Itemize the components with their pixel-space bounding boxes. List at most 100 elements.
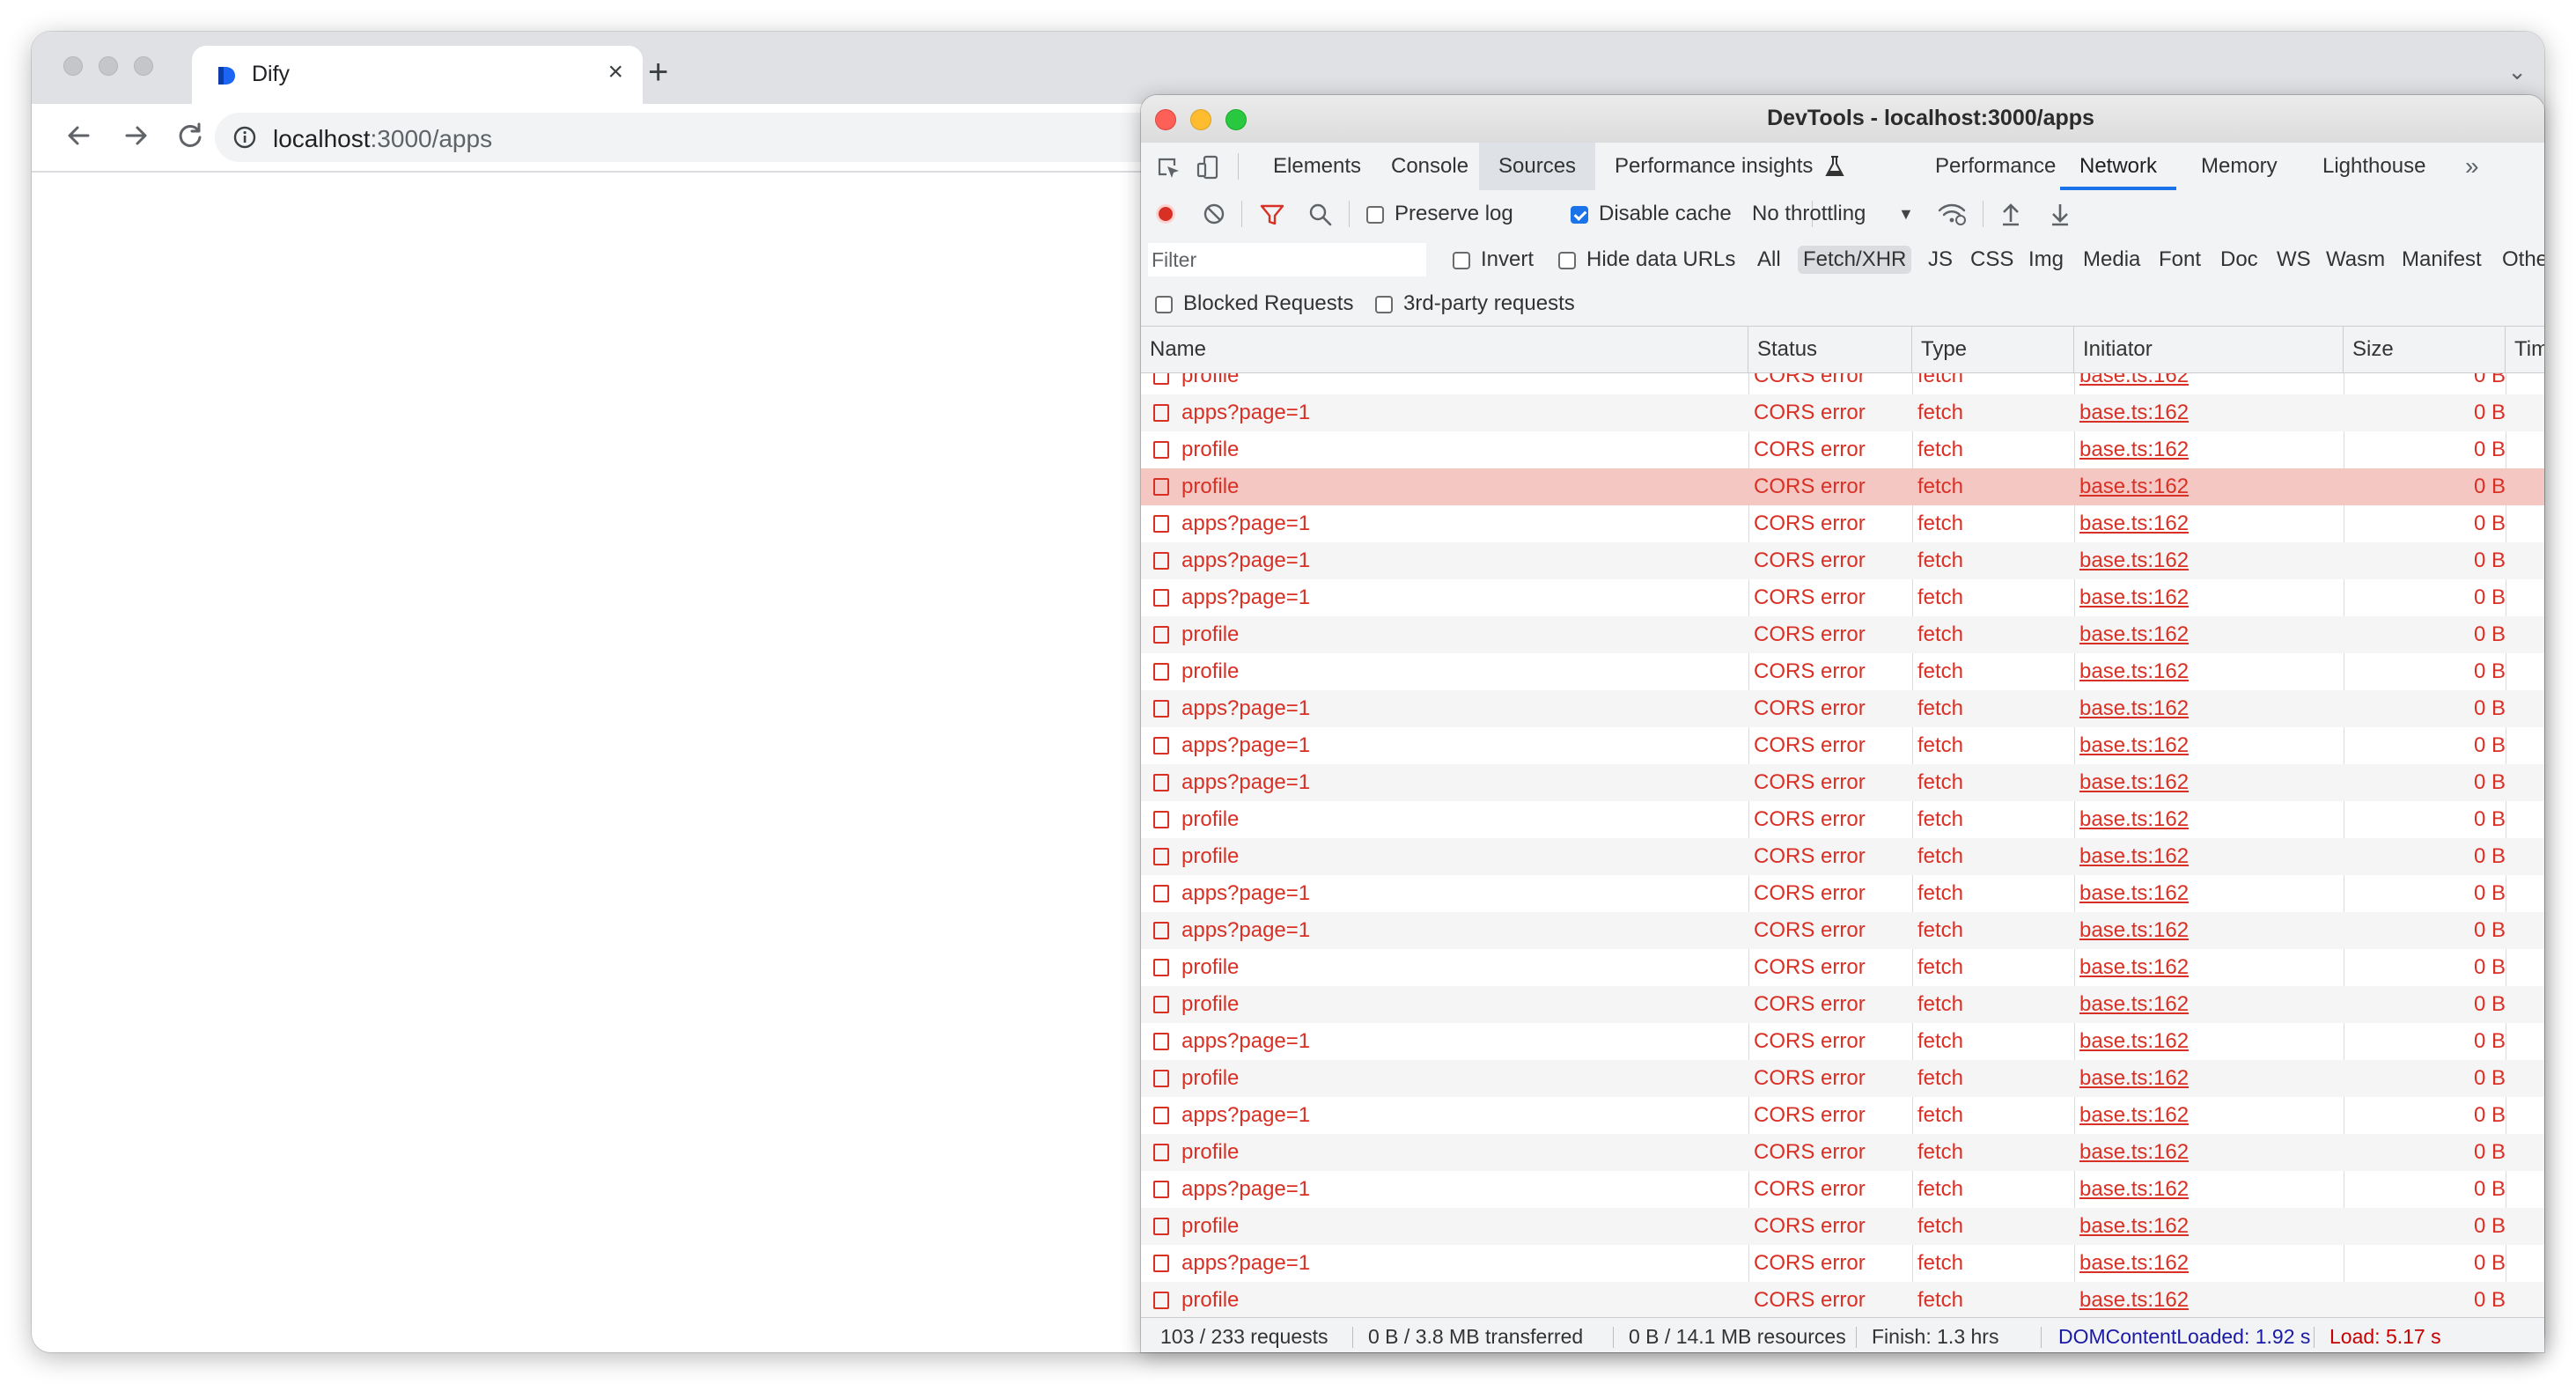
table-row[interactable]: apps?page=1 CORS error fetch base.ts:162 0 B <box>1141 912 2544 949</box>
inspect-element-icon[interactable] <box>1155 155 1181 180</box>
filter-type-wasm[interactable]: Wasm <box>2321 246 2390 274</box>
third-party-requests-checkbox[interactable]: 3rd-party requests <box>1370 290 1580 318</box>
request-initiator-link[interactable]: base.ts:162 <box>2079 764 2344 801</box>
table-row[interactable]: profile CORS error fetch base.ts:162 0 B <box>1141 1060 2544 1097</box>
tab-performance-insights[interactable]: Performance insights <box>1595 143 1862 190</box>
tab-console[interactable]: Console <box>1372 143 1488 190</box>
tab-sources[interactable]: Sources <box>1479 143 1596 190</box>
third-party-requests-box[interactable] <box>1375 296 1393 313</box>
table-row[interactable]: profile CORS error fetch base.ts:162 0 B <box>1141 838 2544 875</box>
tab-memory[interactable]: Memory <box>2182 143 2297 190</box>
tab-elements[interactable]: Elements <box>1254 143 1380 190</box>
close-window-button[interactable] <box>63 56 83 76</box>
throttling-caret-icon[interactable]: ▼ <box>1898 201 1914 227</box>
filter-type-css[interactable]: CSS <box>1965 246 2019 274</box>
network-conditions-icon[interactable] <box>1937 202 1967 226</box>
export-har-icon[interactable] <box>2048 201 2072 227</box>
new-tab-button[interactable]: + <box>648 55 668 90</box>
request-initiator-link[interactable]: base.ts:162 <box>2079 1060 2344 1097</box>
request-initiator-link[interactable]: base.ts:162 <box>2079 1171 2344 1208</box>
column-header-time[interactable]: Tim <box>2506 327 2544 372</box>
filter-type-fetch-xhr[interactable]: Fetch/XHR <box>1798 246 1912 274</box>
table-row[interactable]: apps?page=1 CORS error fetch base.ts:162 0 B <box>1141 690 2544 727</box>
filter-type-other[interactable]: Othe <box>2497 246 2544 274</box>
throttling-select[interactable]: No throttling <box>1752 201 1919 227</box>
table-row[interactable]: profile CORS error fetch base.ts:162 0 B <box>1141 468 2544 505</box>
browser-tab-dify[interactable]: Dify × <box>192 46 643 104</box>
table-row[interactable]: profile CORS error fetch base.ts:162 0 B <box>1141 373 2544 394</box>
request-initiator-link[interactable]: base.ts:162 <box>2079 986 2344 1023</box>
reload-icon[interactable] <box>173 118 208 153</box>
column-header-status[interactable]: Status <box>1748 327 1912 372</box>
forward-arrow-icon[interactable] <box>118 118 153 153</box>
request-initiator-link[interactable]: base.ts:162 <box>2079 801 2344 838</box>
filter-type-media[interactable]: Media <box>2078 246 2145 274</box>
filter-type-font[interactable]: Font <box>2153 246 2206 274</box>
filter-input[interactable] <box>1148 243 1426 276</box>
table-row[interactable]: apps?page=1 CORS error fetch base.ts:162 0 B <box>1141 1245 2544 1282</box>
invert-box[interactable] <box>1453 252 1470 269</box>
import-har-icon[interactable] <box>1998 201 2023 227</box>
request-initiator-link[interactable]: base.ts:162 <box>2079 468 2344 505</box>
request-initiator-link[interactable]: base.ts:162 <box>2079 838 2344 875</box>
column-header-initiator[interactable]: Initiator <box>2074 327 2344 372</box>
request-initiator-link[interactable]: base.ts:162 <box>2079 727 2344 764</box>
request-initiator-link[interactable]: base.ts:162 <box>2079 1208 2344 1245</box>
request-initiator-link[interactable]: base.ts:162 <box>2079 875 2344 912</box>
request-initiator-link[interactable]: base.ts:162 <box>2079 1282 2344 1317</box>
more-tabs-chevron-icon[interactable]: » <box>2446 143 2499 190</box>
preserve-log-box[interactable] <box>1366 206 1384 224</box>
table-row[interactable]: profile CORS error fetch base.ts:162 0 B <box>1141 801 2544 838</box>
request-initiator-link[interactable]: base.ts:162 <box>2079 394 2344 431</box>
table-row[interactable]: apps?page=1 CORS error fetch base.ts:162 0 B <box>1141 394 2544 431</box>
hide-data-urls-checkbox[interactable]: Hide data URLs <box>1553 246 1741 274</box>
table-row[interactable]: profile CORS error fetch base.ts:162 0 B <box>1141 653 2544 690</box>
request-initiator-link[interactable]: base.ts:162 <box>2079 949 2344 986</box>
filter-type-ws[interactable]: WS <box>2271 246 2316 274</box>
zoom-window-button[interactable] <box>134 56 153 76</box>
table-row[interactable]: profile CORS error fetch base.ts:162 0 B <box>1141 986 2544 1023</box>
request-initiator-link[interactable]: base.ts:162 <box>2079 505 2344 542</box>
disable-cache-checkbox[interactable]: Disable cache <box>1571 201 1732 227</box>
hide-data-urls-box[interactable] <box>1558 252 1576 269</box>
invert-checkbox[interactable]: Invert <box>1447 246 1539 274</box>
device-toolbar-icon[interactable] <box>1196 155 1222 180</box>
table-row[interactable]: apps?page=1 CORS error fetch base.ts:162 0 B <box>1141 505 2544 542</box>
minimize-window-button[interactable] <box>99 56 118 76</box>
request-initiator-link[interactable]: base.ts:162 <box>2079 1097 2344 1134</box>
blocked-requests-box[interactable] <box>1155 296 1173 313</box>
table-row[interactable]: profile CORS error fetch base.ts:162 0 B <box>1141 616 2544 653</box>
table-row[interactable]: profile CORS error fetch base.ts:162 0 B <box>1141 1208 2544 1245</box>
column-header-size[interactable]: Size <box>2344 327 2506 372</box>
filter-type-all[interactable]: All <box>1752 246 1786 274</box>
request-initiator-link[interactable]: base.ts:162 <box>2079 1134 2344 1171</box>
table-row[interactable]: apps?page=1 CORS error fetch base.ts:162 0 B <box>1141 764 2544 801</box>
filter-type-doc[interactable]: Doc <box>2215 246 2263 274</box>
request-initiator-link[interactable]: base.ts:162 <box>2079 690 2344 727</box>
request-initiator-link[interactable]: base.ts:162 <box>2079 373 2344 394</box>
request-initiator-link[interactable]: base.ts:162 <box>2079 431 2344 468</box>
filter-type-manifest[interactable]: Manifest <box>2396 246 2487 274</box>
clear-icon[interactable] <box>1203 202 1225 225</box>
preserve-log-checkbox[interactable]: Preserve log <box>1366 201 1513 227</box>
filter-type-js[interactable]: JS <box>1923 246 1958 274</box>
disable-cache-box[interactable] <box>1571 206 1588 224</box>
table-row[interactable]: profile CORS error fetch base.ts:162 0 B <box>1141 431 2544 468</box>
request-initiator-link[interactable]: base.ts:162 <box>2079 579 2344 616</box>
request-initiator-link[interactable]: base.ts:162 <box>2079 1023 2344 1060</box>
request-initiator-link[interactable]: base.ts:162 <box>2079 616 2344 653</box>
tab-lighthouse[interactable]: Lighthouse <box>2303 143 2445 190</box>
column-header-name[interactable]: Name <box>1141 327 1748 372</box>
search-icon[interactable] <box>1308 202 1333 227</box>
table-row[interactable]: apps?page=1 CORS error fetch base.ts:162 0 B <box>1141 1097 2544 1134</box>
table-row[interactable]: profile CORS error fetch base.ts:162 0 B <box>1141 1134 2544 1171</box>
table-row[interactable]: apps?page=1 CORS error fetch base.ts:162 0 B <box>1141 1171 2544 1208</box>
request-initiator-link[interactable]: base.ts:162 <box>2079 542 2344 579</box>
tab-search-chevron-icon[interactable]: ⌄ <box>2507 58 2527 85</box>
filter-type-img[interactable]: Img <box>2023 246 2069 274</box>
table-row[interactable]: profile CORS error fetch base.ts:162 0 B <box>1141 949 2544 986</box>
column-header-type[interactable]: Type <box>1912 327 2074 372</box>
blocked-requests-checkbox[interactable]: Blocked Requests <box>1150 290 1358 318</box>
table-row[interactable]: apps?page=1 CORS error fetch base.ts:162 0 B <box>1141 875 2544 912</box>
filter-icon[interactable] <box>1259 202 1285 227</box>
